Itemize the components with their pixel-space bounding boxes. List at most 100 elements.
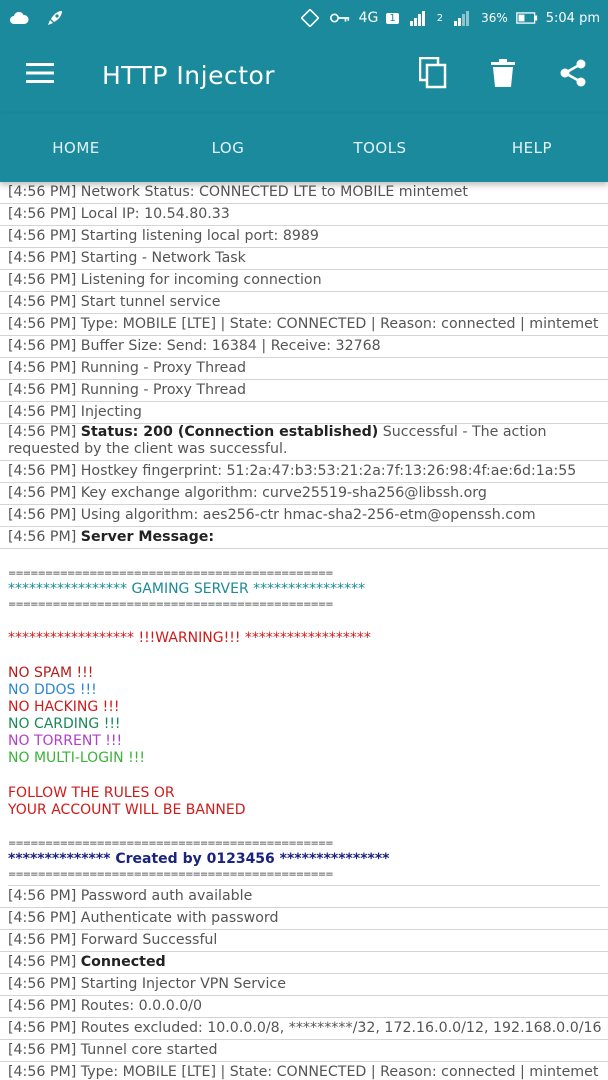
vpn-diamond-icon — [299, 8, 321, 28]
log-text: Running - Proxy Thread — [80, 382, 247, 398]
log-line: [4:56 PM] Starting - Network Task — [0, 248, 608, 270]
log-prefix: [4:56 PM] — [8, 360, 77, 376]
log-prefix: [4:56 PM] — [8, 529, 77, 545]
log-line: [4:56 PM] Start tunnel service — [0, 292, 608, 314]
log-prefix: [4:56 PM] — [8, 272, 77, 288]
log-prefix: [4:56 PM] — [8, 507, 77, 523]
status-code: Status: 200 (Connection established) — [80, 424, 379, 440]
log-text: Tunnel core started — [80, 1042, 218, 1058]
log-text: Buffer Size: Send: 16384 | Receive: 3276… — [80, 338, 381, 354]
tab-home[interactable]: HOME — [0, 114, 152, 182]
log-line: [4:56 PM] Local IP: 10.54.80.33 — [0, 204, 608, 226]
log-line: [4:56 PM] Type: MOBILE [LTE] | State: CO… — [0, 314, 608, 336]
rocket-icon — [44, 8, 66, 28]
log-text: Type: MOBILE [LTE] | State: CONNECTED | … — [80, 316, 599, 332]
log-line: [4:56 PM] Authenticate with password — [0, 908, 608, 930]
log-line: [4:56 PM] Running - Proxy Thread — [0, 380, 608, 402]
share-button[interactable] — [538, 36, 608, 114]
log-prefix: [4:56 PM] — [8, 206, 77, 222]
log-text: Routes excluded: 10.0.0.0/8, *********/3… — [80, 1020, 602, 1036]
server-message: ========================================… — [0, 549, 608, 886]
log-line: [4:56 PM] Starting Injector VPN Service — [0, 974, 608, 996]
menu-icon — [26, 62, 54, 88]
status-bar: 4G 1 2 36% 5:04 pm — [0, 0, 608, 36]
log-line: [4:56 PM] Listening for incoming connect… — [0, 270, 608, 292]
log-line: [4:56 PM] Running - Proxy Thread — [0, 358, 608, 380]
log-view[interactable]: [4:56 PM] Network Status: CONNECTED LTE … — [0, 182, 608, 1080]
connected-text: Connected — [80, 954, 166, 970]
log-text: Forward Successful — [80, 932, 218, 948]
warning-banner: ****************** !!!WARNING!!! *******… — [8, 630, 371, 646]
log-prefix: [4:56 PM] — [8, 184, 77, 200]
log-prefix: [4:56 PM] — [8, 1020, 77, 1036]
rule-item: NO MULTI-LOGIN !!! — [8, 750, 145, 766]
rule-item: NO TORRENT !!! — [8, 733, 123, 749]
log-prefix: [4:56 PM] — [8, 228, 77, 244]
log-text: Using algorithm: aes256-ctr hmac-sha2-25… — [80, 507, 536, 523]
tab-help[interactable]: HELP — [456, 114, 608, 182]
log-prefix: [4:56 PM] — [8, 998, 77, 1014]
log-text: Starting - Network Task — [80, 250, 246, 266]
app-bar: HTTP Injector — [0, 36, 608, 114]
tab-log[interactable]: LOG — [152, 114, 304, 182]
divider-rule: ========================================… — [8, 868, 600, 886]
log-prefix: [4:56 PM] — [8, 485, 77, 501]
log-line: [4:56 PM] Starting listening local port:… — [0, 226, 608, 248]
log-prefix: [4:56 PM] — [8, 932, 77, 948]
log-line: [4:56 PM] Network Status: CONNECTED LTE … — [0, 182, 608, 204]
log-text: Running - Proxy Thread — [80, 360, 247, 376]
log-text: Starting Injector VPN Service — [80, 976, 286, 992]
log-line: [4:56 PM] Hostkey fingerprint: 51:2a:47:… — [0, 461, 608, 483]
log-prefix: [4:56 PM] — [8, 976, 77, 992]
copy-button[interactable] — [398, 36, 468, 114]
log-prefix: [4:56 PM] — [8, 250, 77, 266]
rule-item: NO SPAM !!! — [8, 665, 94, 681]
log-line: [4:56 PM] Routes: 0.0.0.0/0 — [0, 996, 608, 1018]
log-text: Injecting — [80, 404, 142, 420]
log-prefix: [4:56 PM] — [8, 424, 77, 440]
sim1-badge: 1 — [386, 12, 399, 24]
log-text: Type: MOBILE [LTE] | State: CONNECTED | … — [80, 1064, 599, 1080]
log-text: Password auth available — [80, 888, 253, 904]
signal-icon-2 — [451, 8, 473, 28]
share-icon — [559, 59, 587, 91]
clock: 5:04 pm — [545, 10, 600, 26]
signal-icon-1 — [407, 8, 429, 28]
log-line: [4:56 PM] Injecting — [0, 402, 608, 424]
log-text: Key exchange algorithm: curve25519-sha25… — [80, 485, 487, 501]
log-text: Local IP: 10.54.80.33 — [80, 206, 230, 222]
log-line: [4:56 PM] Forward Successful — [0, 930, 608, 952]
log-line-status: [4:56 PM] Status: 200 (Connection establ… — [0, 424, 608, 461]
log-prefix: [4:56 PM] — [8, 316, 77, 332]
cloud-icon — [8, 8, 30, 28]
created-by-banner: ************** Created by 0123456 ******… — [8, 851, 390, 867]
key-icon — [329, 8, 351, 28]
battery-percent: 36% — [481, 11, 508, 25]
log-prefix: [4:56 PM] — [8, 338, 77, 354]
clear-log-button[interactable] — [468, 36, 538, 114]
rule-item: NO DDOS !!! — [8, 682, 97, 698]
log-prefix: [4:56 PM] — [8, 1064, 77, 1080]
menu-button[interactable] — [0, 36, 80, 114]
log-line: [4:56 PM] Tunnel core started — [0, 1040, 608, 1062]
log-prefix: [4:56 PM] — [8, 954, 77, 970]
log-prefix: [4:56 PM] — [8, 382, 77, 398]
follow-rules-text: FOLLOW THE RULES OR — [8, 785, 175, 801]
network-type: 4G — [358, 10, 379, 26]
log-text: Starting listening local port: 8989 — [80, 228, 319, 244]
log-prefix: [4:56 PM] — [8, 294, 77, 310]
log-line: [4:56 PM] Password auth available — [0, 886, 608, 908]
divider-rule: ========================================… — [8, 599, 334, 610]
tab-tools[interactable]: TOOLS — [304, 114, 456, 182]
log-line: [4:56 PM] Key exchange algorithm: curve2… — [0, 483, 608, 505]
battery-icon — [515, 8, 538, 28]
log-prefix: [4:56 PM] — [8, 910, 77, 926]
log-line: [4:56 PM] Type: MOBILE [LTE] | State: CO… — [0, 1062, 608, 1080]
divider-rule: ========================================… — [8, 838, 334, 849]
sim2-badge: 2 — [436, 12, 444, 24]
log-prefix: [4:56 PM] — [8, 463, 77, 479]
log-text: Start tunnel service — [80, 294, 221, 310]
rule-item: NO HACKING !!! — [8, 699, 120, 715]
server-message-label: Server Message: — [80, 529, 215, 545]
tab-bar: HOME LOG TOOLS HELP — [0, 114, 608, 182]
